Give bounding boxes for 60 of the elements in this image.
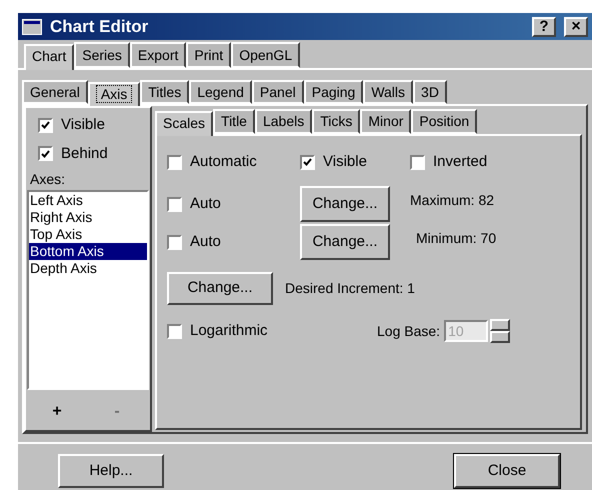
reading-label: Maximum: 82	[410, 190, 494, 210]
tab[interactable]: OpenGL	[231, 42, 300, 68]
checkbox[interactable]	[410, 154, 425, 170]
axes-list-item[interactable]: Bottom Axis	[29, 243, 147, 260]
tab[interactable]: Chart	[24, 44, 74, 70]
checkbox[interactable]	[38, 118, 53, 133]
tab[interactable]: 3D	[413, 80, 447, 104]
check-mark-icon	[303, 158, 312, 166]
checkbox[interactable]	[167, 234, 182, 250]
add-button[interactable]: +	[42, 400, 72, 424]
tab[interactable]: Title	[213, 109, 255, 134]
tab[interactable]: General	[22, 80, 88, 104]
tab[interactable]: Scales	[155, 111, 214, 136]
change-button[interactable]: Change...	[300, 186, 390, 222]
tab[interactable]: Axis	[88, 82, 140, 106]
log-base-label: Log Base:	[377, 322, 440, 341]
axes-label: Axes:	[29, 170, 66, 189]
axes-list-item[interactable]: Left Axis	[29, 192, 147, 209]
close-button[interactable]: ×	[564, 16, 588, 36]
checkbox-label: Automatic	[190, 152, 257, 172]
axes-list-item[interactable]: Depth Axis	[29, 260, 147, 277]
tab[interactable]: Panel	[252, 80, 304, 104]
check-mark-icon	[41, 150, 50, 158]
close-button[interactable]: Close	[454, 454, 560, 488]
axes-list-item[interactable]: Right Axis	[29, 209, 147, 226]
checkbox-label: Logarithmic	[190, 320, 268, 341]
checkbox-label: Auto	[190, 194, 221, 214]
tab[interactable]: Series	[74, 42, 130, 68]
tab[interactable]: Print	[186, 42, 232, 68]
axes-list-item[interactable]: Top Axis	[29, 226, 147, 243]
tab[interactable]: Walls	[363, 80, 414, 104]
checkbox[interactable]	[167, 196, 182, 212]
help-button[interactable]: ?	[532, 16, 556, 36]
checkbox[interactable]	[38, 146, 53, 162]
change-button[interactable]: Change...	[167, 272, 273, 305]
checkbox-label: Inverted	[433, 152, 488, 172]
change-button[interactable]: Change...	[300, 224, 390, 260]
spin-up-button[interactable]	[490, 319, 510, 331]
help-button[interactable]: Help...	[58, 454, 164, 488]
tab[interactable]: Titles	[140, 80, 190, 104]
checkbox[interactable]	[167, 154, 182, 170]
tab[interactable]: Ticks	[312, 109, 360, 134]
tab[interactable]: Minor	[360, 109, 412, 134]
tab[interactable]: Legend	[189, 80, 252, 104]
window-icon	[22, 18, 42, 34]
tab[interactable]: Labels	[254, 109, 312, 134]
reading-label: Minimum: 70	[416, 228, 496, 248]
reading-label: Desired Increment: 1	[285, 279, 415, 298]
checkbox-label: Auto	[190, 232, 221, 252]
checkbox-label: Visible	[323, 152, 367, 172]
checkbox-label: Visible	[61, 115, 105, 135]
window-title: Chart Editor	[50, 16, 150, 38]
tab[interactable]: Position	[411, 109, 478, 134]
check-mark-icon	[41, 121, 50, 130]
tab[interactable]: Export	[130, 42, 186, 68]
spin-down-button[interactable]	[490, 331, 510, 343]
checkbox[interactable]	[300, 154, 315, 170]
checkbox-label: Behind	[61, 144, 108, 164]
tab[interactable]: Paging	[304, 80, 364, 104]
checkbox[interactable]	[167, 324, 182, 338]
